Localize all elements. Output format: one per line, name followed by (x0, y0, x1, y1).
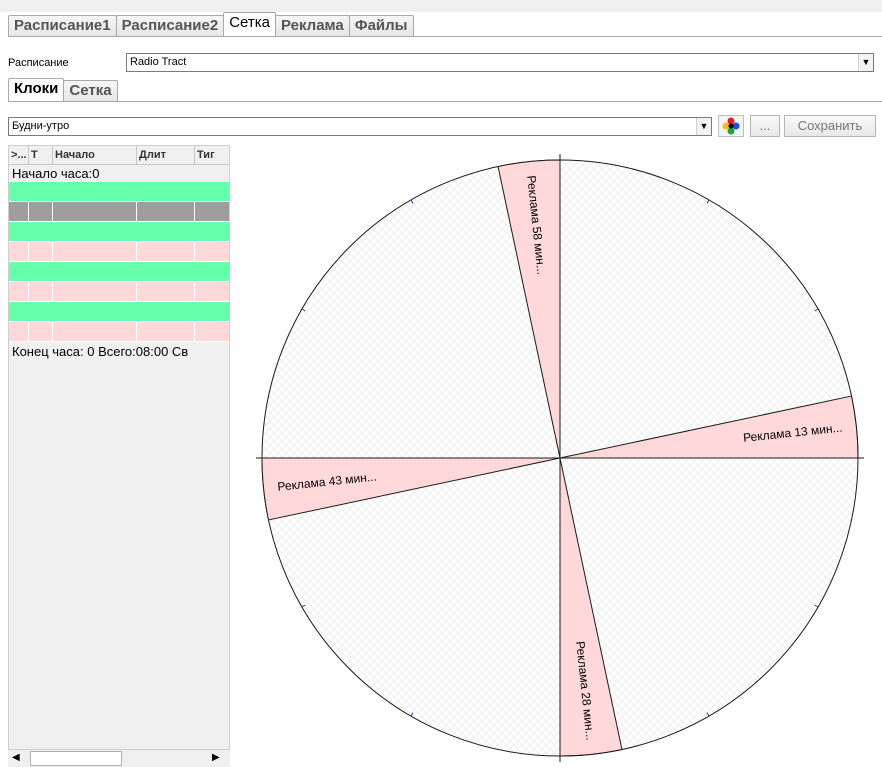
hour-end-row: Конец часа: 0 Всего:08:00 Св (12, 344, 189, 359)
list-cell (29, 322, 53, 341)
sub-tab-strip: Клоки Сетка (8, 78, 882, 102)
list-item[interactable] (9, 302, 229, 322)
list-cell (53, 242, 137, 261)
more-button[interactable]: ... (750, 115, 780, 137)
scroll-left-icon[interactable]: ◀ (12, 752, 20, 763)
list-cell (29, 282, 53, 301)
list-cell (53, 202, 137, 221)
schedule-label: Расписание (8, 56, 69, 69)
column-header[interactable]: Длит (137, 146, 195, 164)
list-cell (195, 282, 229, 301)
horizontal-scrollbar[interactable]: ◀ ▶ (8, 749, 230, 767)
tab-schedule2[interactable]: Расписание2 (115, 15, 225, 36)
clock-select[interactable]: Будни-утро ▼ (8, 116, 712, 136)
tab-ads[interactable]: Реклама (275, 15, 350, 36)
column-header[interactable]: Тиг (195, 146, 229, 164)
hour-start-row: Начало часа:0 (12, 166, 100, 181)
list-cell (137, 242, 195, 261)
tab-schedule1[interactable]: Расписание1 (8, 15, 117, 36)
column-header[interactable]: T (29, 146, 53, 164)
list-cell (9, 202, 29, 221)
subtab-grid[interactable]: Сетка (63, 80, 118, 101)
clock-row: Будни-утро ▼ ... Сохранить (8, 115, 882, 137)
schedule-value: Radio Tract (130, 56, 187, 68)
list-item[interactable] (9, 202, 229, 222)
list-cell (53, 322, 137, 341)
clock-value: Будни-утро (12, 119, 70, 132)
list-rows (9, 182, 229, 342)
schedule-select[interactable]: Radio Tract ▼ (126, 53, 874, 72)
list-cell (9, 242, 29, 261)
list-cell (9, 322, 29, 341)
list-item[interactable] (9, 182, 229, 202)
list-cell (29, 242, 53, 261)
list-item[interactable] (9, 222, 229, 242)
main-tab-strip: Расписание1 Расписание2 Сетка Реклама Фа… (8, 12, 882, 37)
list-cell (137, 202, 195, 221)
tab-files[interactable]: Файлы (348, 15, 414, 36)
list-cell (195, 322, 229, 341)
list-item[interactable] (9, 282, 229, 302)
color-button[interactable] (718, 115, 744, 137)
list-item[interactable] (9, 262, 229, 282)
list-header: >... T Начало Длит Тиг (9, 146, 229, 165)
scroll-right-icon[interactable]: ▶ (212, 752, 220, 763)
list-cell (137, 282, 195, 301)
clock-chart[interactable]: Реклама 58 мин...Реклама 13 мин...Реклам… (234, 145, 882, 767)
schedule-row: Расписание Radio Tract ▼ (8, 53, 882, 72)
list-cell (53, 282, 137, 301)
list-item[interactable] (9, 242, 229, 262)
list-cell (9, 282, 29, 301)
save-button[interactable]: Сохранить (784, 115, 876, 137)
chevron-down-icon[interactable]: ▼ (696, 117, 711, 135)
chevron-down-icon[interactable]: ▼ (858, 54, 873, 71)
tab-strip-line (8, 36, 882, 37)
clock-items-list[interactable]: >... T Начало Длит Тиг Начало часа:0 Кон… (8, 145, 230, 767)
list-cell (137, 322, 195, 341)
column-header[interactable]: Начало (53, 146, 137, 164)
list-cell (195, 242, 229, 261)
subtab-clocks[interactable]: Клоки (8, 78, 65, 101)
scroll-thumb[interactable] (30, 751, 122, 766)
list-item[interactable] (9, 322, 229, 342)
column-header[interactable]: >... (9, 146, 29, 164)
list-cell (29, 202, 53, 221)
palette-icon (722, 117, 740, 135)
sub-tab-line (8, 101, 882, 102)
list-cell (195, 202, 229, 221)
tab-grid[interactable]: Сетка (223, 12, 276, 36)
window-top-band (0, 0, 882, 12)
